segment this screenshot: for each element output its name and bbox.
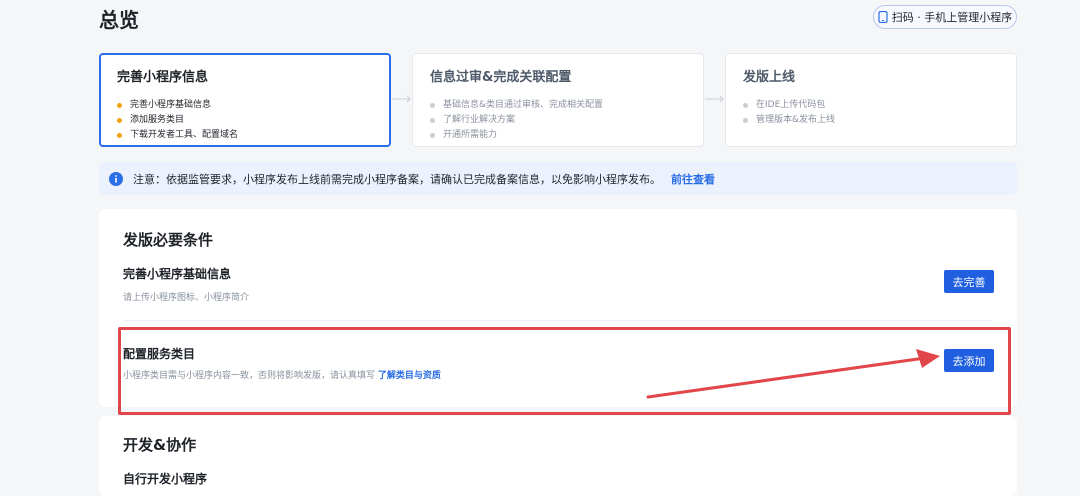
bullet-dot <box>430 133 435 138</box>
filing-notice: 注意：依据监管要求，小程序发布上线前需完成小程序备案，请确认已完成备案信息，以免… <box>99 162 1017 195</box>
step-item: 添加服务类目 <box>117 113 389 128</box>
phone-icon <box>878 11 888 23</box>
step-item: 开通所需能力 <box>430 128 703 143</box>
step-item: 了解行业解决方案 <box>430 113 703 128</box>
step-arrow-icon <box>705 95 724 103</box>
info-icon <box>109 171 123 186</box>
item-title: 完善小程序基础信息 <box>123 267 232 281</box>
step-title: 信息过审&完成关联配置 <box>430 70 572 85</box>
divider <box>123 320 993 321</box>
page-title: 总览 <box>99 8 139 32</box>
item-title: 自行开发小程序 <box>123 472 208 486</box>
dev-collab-panel: 开发&协作 自行开发小程序 <box>99 416 1017 496</box>
item-desc: 请上传小程序图标、小程序简介 <box>123 293 250 303</box>
step-item: 完善小程序基础信息 <box>117 98 389 113</box>
step-item: 下载开发者工具、配置域名 <box>117 128 389 143</box>
bullet-dot <box>117 118 122 123</box>
step-arrow-icon <box>392 95 411 103</box>
step-card-1[interactable]: 完善小程序信息 完善小程序基础信息 添加服务类目 下载开发者工具、配置域名 <box>99 53 391 147</box>
bullet-dot <box>117 103 122 108</box>
scan-manage-button[interactable]: 扫码 · 手机上管理小程序 <box>873 5 1017 29</box>
step-item: 在IDE上传代码包 <box>743 98 1016 113</box>
step-card-2[interactable]: 信息过审&完成关联配置 基础信息&类目通过审核、完成相关配置 了解行业解决方案 … <box>412 53 704 147</box>
step-title: 完善小程序信息 <box>117 70 209 85</box>
bullet-dot <box>743 118 748 123</box>
bullet-dot <box>743 103 748 108</box>
bullet-dot <box>430 103 435 108</box>
step-title: 发版上线 <box>743 70 796 85</box>
notice-link[interactable]: 前往查看 <box>671 171 715 187</box>
section-title: 发版必要条件 <box>123 231 214 249</box>
step-card-3[interactable]: 发版上线 在IDE上传代码包 管理版本&发布上线 <box>725 53 1017 147</box>
step-item: 管理版本&发布上线 <box>743 113 1016 128</box>
notice-text: 注意：依据监管要求，小程序发布上线前需完成小程序备案，请确认已完成备案信息，以免… <box>133 172 661 186</box>
section-title: 开发&协作 <box>123 436 197 454</box>
scan-manage-label: 扫码 · 手机上管理小程序 <box>891 11 1013 24</box>
bullet-dot <box>117 133 122 138</box>
bullet-dot <box>430 118 435 123</box>
complete-info-button[interactable]: 去完善 <box>944 270 994 293</box>
step-item: 基础信息&类目通过审核、完成相关配置 <box>430 98 703 113</box>
red-arrow-icon <box>646 349 940 399</box>
